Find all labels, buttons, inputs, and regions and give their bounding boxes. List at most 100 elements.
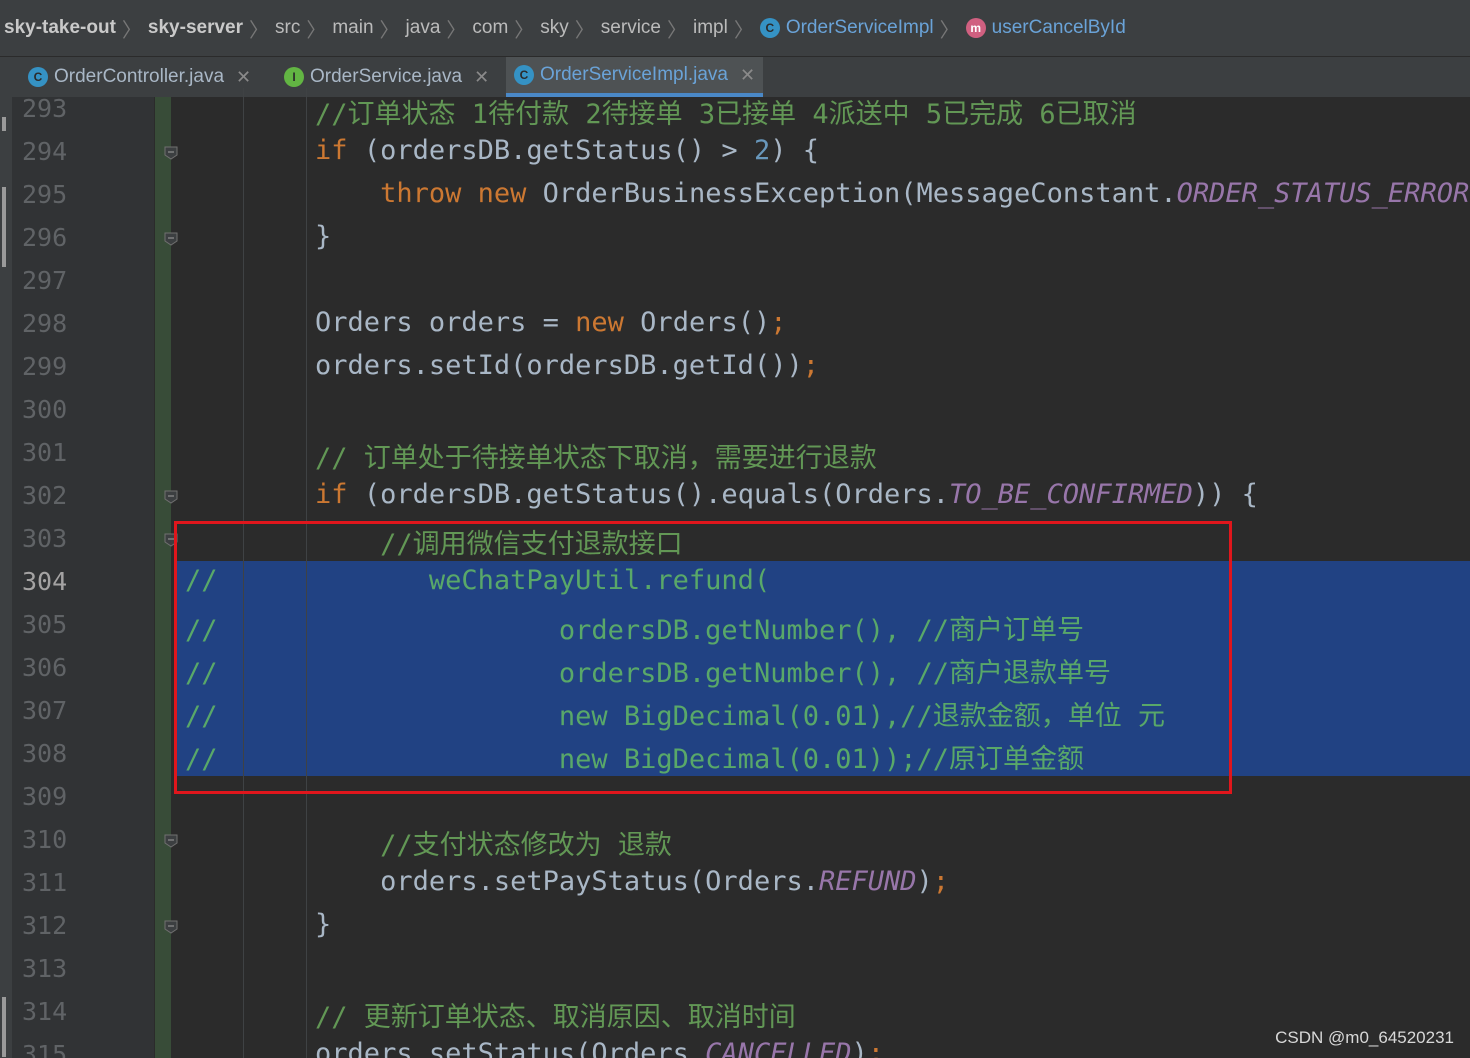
breadcrumb-separator-icon: 〉 [379, 19, 400, 42]
code-line[interactable]: 304 // weChatPayUtil.refund( [0, 561, 1470, 604]
indent-guide [243, 389, 244, 432]
breadcrumb-item[interactable]: m userCancelById [962, 17, 1130, 39]
close-icon[interactable]: ✕ [740, 65, 755, 86]
code-line[interactable]: 311 orders.setPayStatus(Orders.REFUND); [0, 862, 1470, 905]
code-token: new [575, 307, 624, 338]
code-line[interactable]: 309 [0, 776, 1470, 819]
indent-guide [306, 948, 307, 991]
code-line[interactable]: 300 [0, 389, 1470, 432]
code-line[interactable]: 297 [0, 260, 1470, 303]
code-text: } [185, 221, 331, 252]
code-text: orders.setId(ordersDB.getId()); [185, 350, 819, 381]
fold-marker-icon[interactable] [163, 833, 179, 849]
indent-guide [243, 260, 244, 303]
fold-marker-icon[interactable] [163, 919, 179, 935]
code-token: orders.setStatus(Orders. [185, 1038, 706, 1058]
code-text: if (ordersDB.getStatus().equals(Orders.T… [185, 479, 1258, 510]
code-token: ; [802, 350, 819, 381]
code-token: } [185, 909, 332, 940]
code-line[interactable]: 298 Orders orders = new Orders(); [0, 303, 1470, 346]
breadcrumb-label: OrderServiceImpl [785, 17, 934, 38]
code-line[interactable]: 299 orders.setId(ordersDB.getId()); [0, 346, 1470, 389]
breadcrumb-item[interactable]: C OrderServiceImpl [756, 17, 938, 39]
code-editor[interactable]: 293 //订单状态 1待付款 2待接单 3已接单 4派送中 5已完成 6已取消… [0, 88, 1470, 1058]
breadcrumb-label: src [275, 17, 301, 38]
fold-marker-icon[interactable] [163, 145, 179, 161]
code-token: orders.setPayStatus(Orders. [185, 866, 819, 897]
code-text: // weChatPayUtil.refund( [185, 565, 770, 596]
tab-label: OrderServiceImpl.java [540, 64, 728, 85]
code-token: ; [867, 1038, 885, 1058]
line-number: 293 [22, 94, 68, 123]
breadcrumb-item[interactable]: service [597, 17, 665, 39]
tab-label: OrderService.java [310, 66, 463, 87]
close-icon[interactable]: ✕ [474, 67, 489, 88]
breadcrumb-label: sky-server [147, 17, 244, 38]
breadcrumb-item[interactable]: impl [689, 17, 732, 39]
code-line[interactable]: 301 // 订单处于待接单状态下取消，需要进行退款 [0, 432, 1470, 475]
code-line[interactable]: 306 // ordersDB.getNumber(), //商户退款单号 [0, 647, 1470, 690]
code-line[interactable]: 308 // new BigDecimal(0.01));//原订单金额 [0, 733, 1470, 776]
line-number: 300 [22, 395, 68, 424]
fold-marker-icon[interactable] [163, 532, 179, 548]
indent-guide [306, 389, 307, 432]
line-number: 314 [22, 997, 68, 1026]
code-text: // new BigDecimal(0.01),//退款金额，单位 元 [185, 694, 1165, 733]
breadcrumb-separator-icon: 〉 [574, 19, 595, 42]
code-line[interactable]: 294 if (ordersDB.getStatus() > 2) { [0, 131, 1470, 174]
code-token: (ordersDB.getStatus().equals(Orders. [347, 479, 950, 510]
code-line[interactable]: 305 // ordersDB.getNumber(), //商户订单号 [0, 604, 1470, 647]
line-number: 302 [22, 481, 68, 510]
indent-guide [306, 260, 307, 303]
code-line[interactable]: 315 orders.setStatus(Orders.CANCELLED); [0, 1034, 1470, 1058]
code-line[interactable]: 307 // new BigDecimal(0.01),//退款金额，单位 元 [0, 690, 1470, 733]
code-token: ) [851, 1038, 868, 1058]
line-number: 305 [22, 610, 68, 639]
code-token: //支付状态修改为 退款 [185, 830, 672, 861]
breadcrumb-item[interactable]: main [328, 17, 377, 39]
code-line[interactable]: 310 //支付状态修改为 退款 [0, 819, 1470, 862]
breadcrumb-item[interactable]: sky [536, 17, 573, 39]
code-line[interactable]: 295 throw new OrderBusinessException(Mes… [0, 174, 1470, 217]
breadcrumb-separator-icon: 〉 [514, 19, 535, 42]
breadcrumb-item[interactable]: src [271, 17, 304, 39]
fold-marker-icon[interactable] [163, 489, 179, 505]
code-token: throw new [380, 178, 527, 209]
code-line[interactable]: 293 //订单状态 1待付款 2待接单 3已接单 4派送中 5已完成 6已取消 [0, 88, 1470, 131]
code-text: // 订单处于待接单状态下取消，需要进行退款 [185, 436, 877, 475]
breadcrumb-item[interactable]: com [468, 17, 512, 39]
code-token: if [315, 135, 348, 166]
code-line[interactable]: 312 } [0, 905, 1470, 948]
code-line[interactable]: 296 } [0, 217, 1470, 260]
indent-guide [243, 948, 244, 991]
code-text: //调用微信支付退款接口 [185, 522, 683, 561]
code-text: Orders orders = new Orders(); [185, 307, 787, 338]
breadcrumb-item[interactable]: java [402, 17, 445, 39]
code-text: // ordersDB.getNumber(), //商户退款单号 [185, 651, 1111, 690]
code-line[interactable]: 314 // 更新订单状态、取消原因、取消时间 [0, 991, 1470, 1034]
breadcrumb-item[interactable]: sky-take-out [0, 17, 120, 39]
breadcrumb-separator-icon: 〉 [939, 19, 960, 42]
code-token: // ordersDB.getNumber(), //商户退款单号 [185, 658, 1112, 689]
code-token: //订单状态 1待付款 2待接单 3已接单 4派送中 5已完成 6已取消 [185, 99, 1137, 130]
code-token: ; [770, 307, 787, 338]
line-number: 313 [22, 954, 68, 983]
breadcrumb-separator-icon: 〉 [249, 19, 270, 42]
code-text: // ordersDB.getNumber(), //商户订单号 [185, 608, 1084, 647]
line-number: 312 [22, 911, 68, 940]
code-token: TO_BE_CONFIRMED [949, 479, 1193, 510]
tab-label: OrderController.java [54, 66, 225, 87]
class-icon: C [759, 18, 780, 38]
breadcrumb-label: impl [692, 17, 728, 38]
code-line[interactable]: 303 //调用微信支付退款接口 [0, 518, 1470, 561]
line-number: 307 [22, 696, 68, 725]
close-icon[interactable]: ✕ [236, 67, 251, 88]
breadcrumb-item[interactable]: sky-server [144, 17, 247, 39]
code-line[interactable]: 313 [0, 948, 1470, 991]
fold-marker-icon[interactable] [163, 231, 179, 247]
code-line[interactable]: 302 if (ordersDB.getStatus().equals(Orde… [0, 475, 1470, 518]
breadcrumb: sky-take-out 〉 sky-server 〉 src 〉 main 〉 java 〉 co… [0, 0, 1470, 57]
code-text: if (ordersDB.getStatus() > 2) { [185, 135, 819, 166]
